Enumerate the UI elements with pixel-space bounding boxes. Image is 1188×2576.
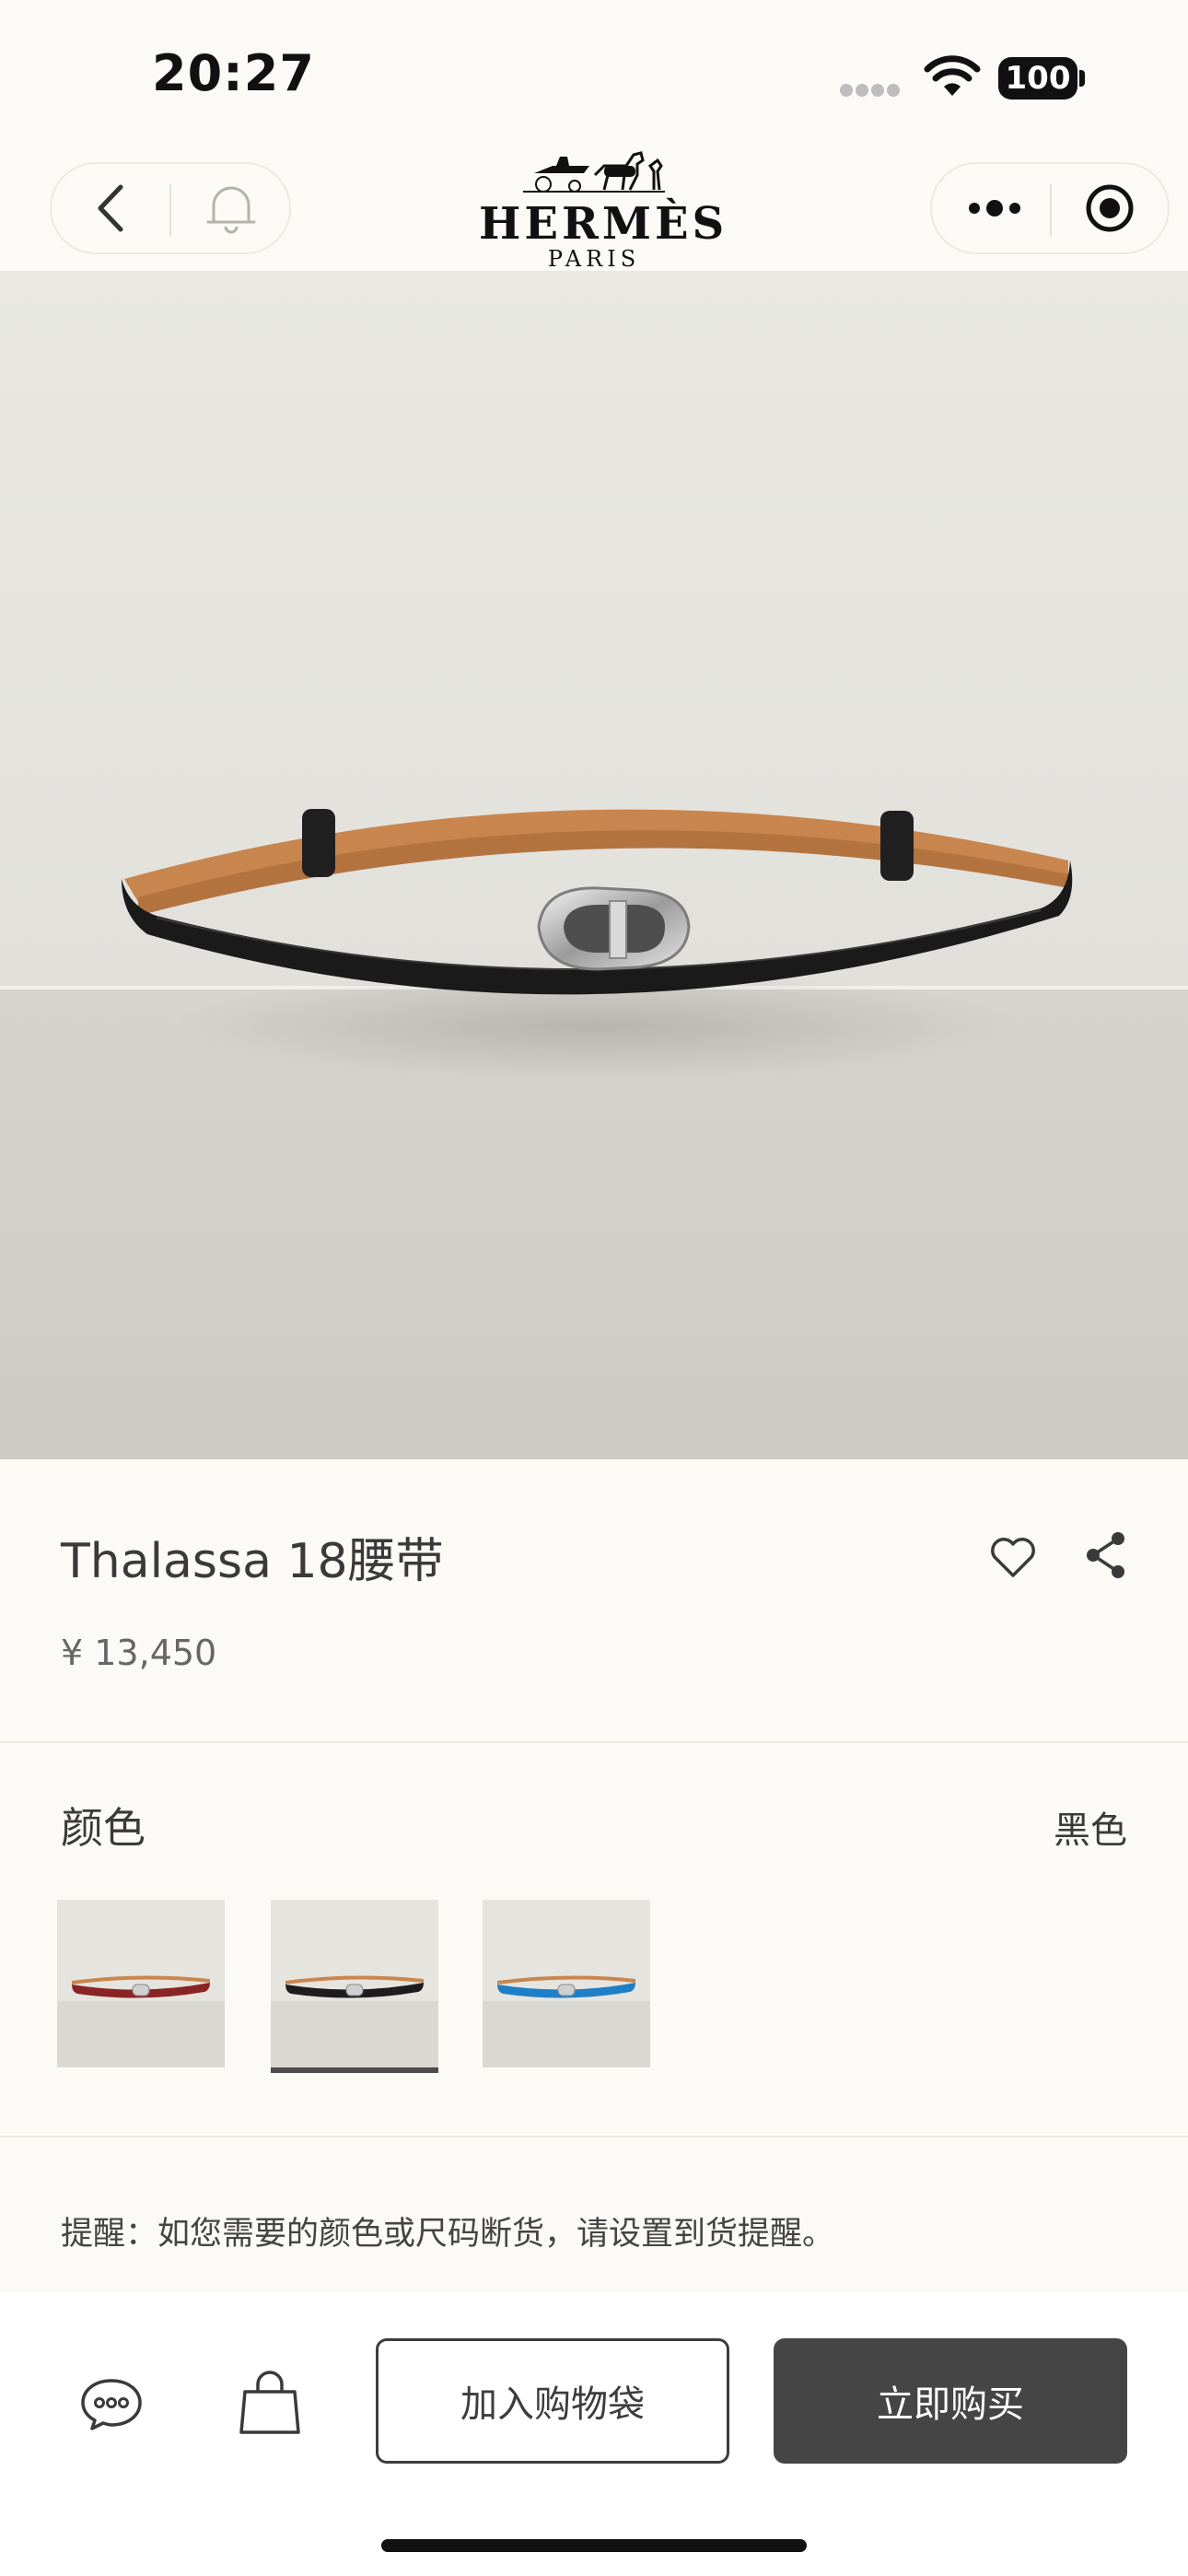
color-swatch-blue[interactable] [483,1900,650,2067]
shopping-bag-button[interactable] [238,2370,302,2440]
favorite-button[interactable] [989,1537,1037,1583]
back-arrow-icon [98,184,123,232]
share-icon [1087,1532,1124,1578]
back-button[interactable] [70,164,153,252]
status-time: 20:27 [152,44,315,102]
selected-color-value: 黑色 [1054,1809,1127,1852]
add-to-bag-button[interactable]: 加入购物袋 [376,2338,729,2464]
selected-swatch-indicator [271,2067,438,2073]
product-price: ¥ 13,450 [61,1633,217,1673]
stock-reminder-text: 提醒：如您需要的颜色或尺码断货，请设置到货提醒。 [61,2216,835,2253]
notification-button[interactable] [181,164,282,252]
color-label: 颜色 [61,1803,146,1853]
chat-bubble-icon [81,2379,142,2430]
wifi-icon [924,55,981,101]
product-title: Thalassa 18腰带 [61,1534,444,1589]
carriage-horse-icon [523,151,665,193]
brand-logo: HERMÈS PARIS [479,147,728,271]
battery-tip [1079,70,1085,87]
divider [0,2136,1188,2137]
buy-now-button[interactable]: 立即购买 [774,2338,1127,2464]
color-swatch-red[interactable] [57,1900,225,2067]
share-button[interactable] [1085,1531,1127,1583]
chaine-d-ancre-buckle [537,886,691,971]
belt-image [122,809,1073,1082]
more-dots-icon [969,200,1020,217]
bell-icon [206,186,256,234]
close-miniprogram-button[interactable] [1059,164,1160,252]
color-swatch-black[interactable] [271,1900,438,2067]
brand-name: HERMÈS [479,198,728,250]
more-button[interactable] [949,164,1041,252]
shopping-bag-icon [239,2371,300,2434]
brand-subtitle: PARIS [547,246,641,272]
customer-service-button[interactable] [79,2375,144,2436]
divider [0,1741,1188,1743]
heart-icon [991,1538,1035,1577]
battery-icon: 100 [998,57,1077,100]
product-image-carousel[interactable] [0,271,1188,1459]
nav-left-capsule [50,162,291,254]
record-target-icon [1086,184,1134,232]
home-indicator[interactable] [381,2539,807,2552]
miniprogram-capsule [930,162,1170,254]
cellular-signal-icon [840,83,904,98]
